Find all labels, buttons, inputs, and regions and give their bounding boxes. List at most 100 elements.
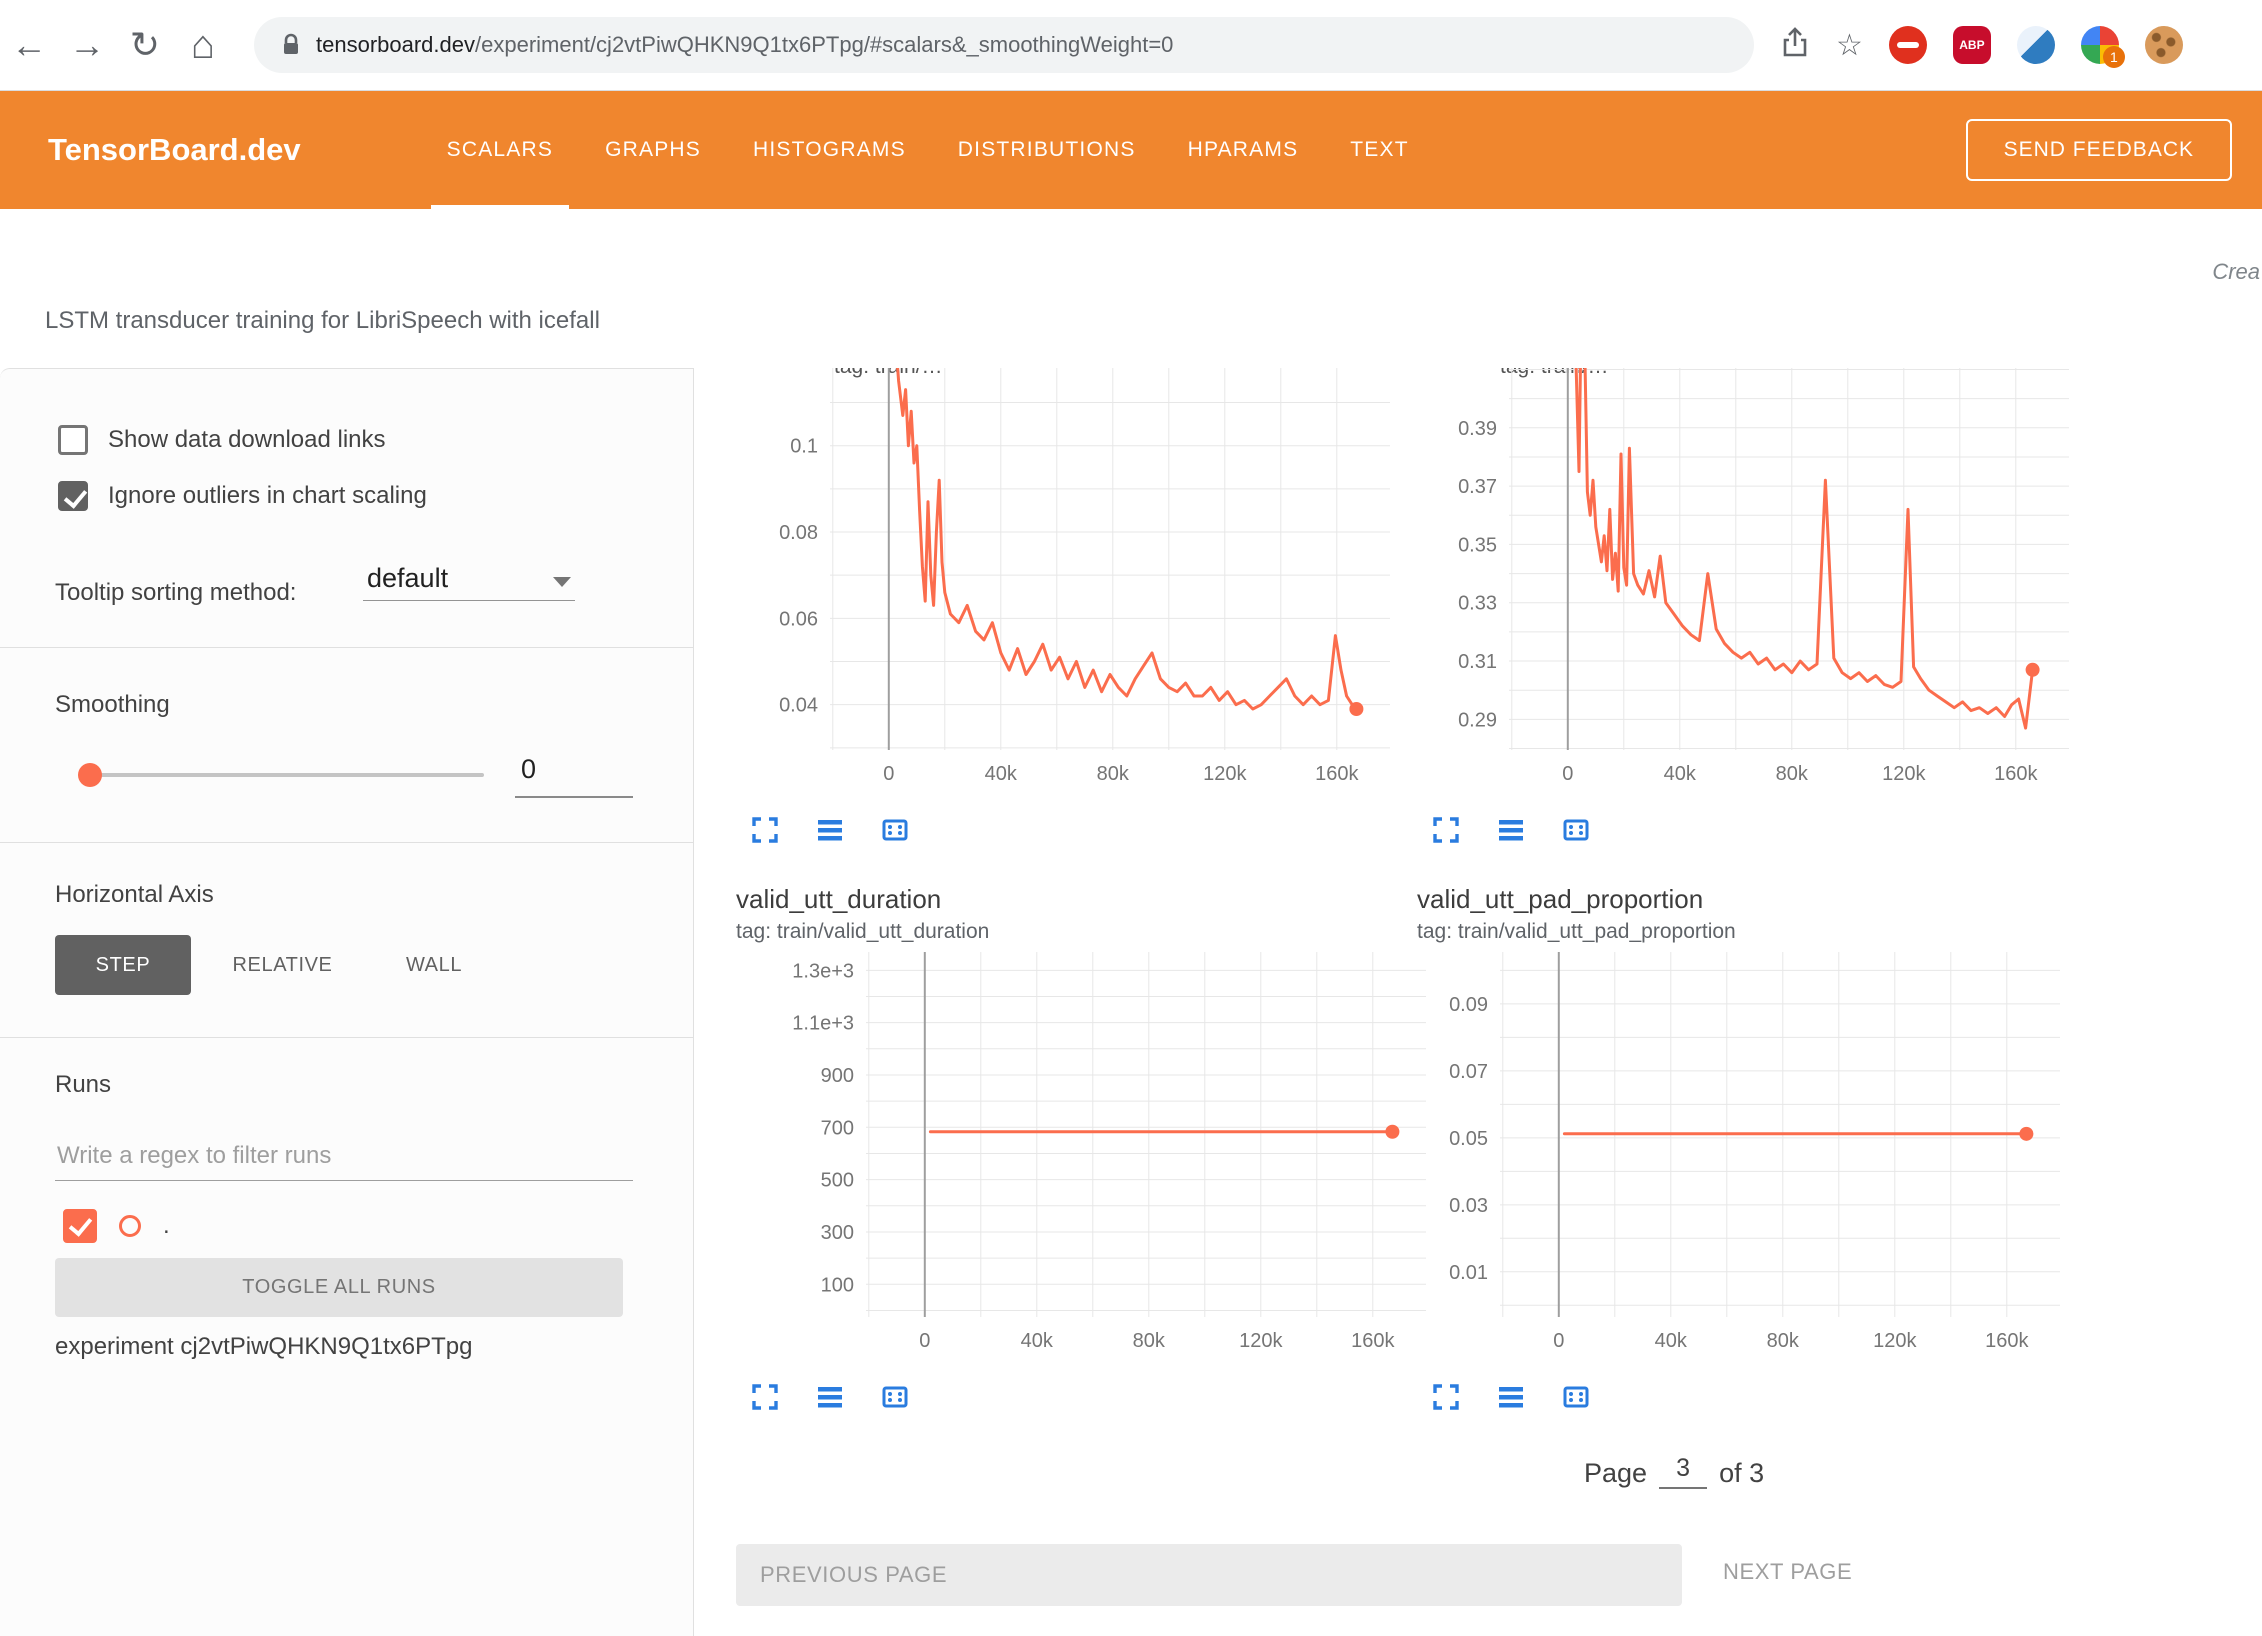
- chevron-down-icon: [553, 577, 571, 587]
- run-name: .: [163, 1212, 170, 1240]
- profile-avatar[interactable]: 1: [2081, 26, 2119, 64]
- axis-wall-button[interactable]: WALL: [378, 935, 490, 995]
- tooltip-sorting-dropdown[interactable]: default: [363, 561, 575, 601]
- fullscreen-icon[interactable]: [750, 1382, 780, 1412]
- chart-toolbar: [1431, 1382, 1591, 1412]
- ignore-outliers-label: Ignore outliers in chart scaling: [108, 482, 427, 510]
- smoothing-slider-thumb[interactable]: [78, 763, 102, 787]
- svg-text:0.03: 0.03: [1449, 1195, 1488, 1217]
- svg-text:80k: 80k: [1133, 1330, 1166, 1352]
- svg-text:0.1: 0.1: [790, 436, 818, 458]
- runs-label: Runs: [55, 1071, 111, 1099]
- top-nav: SCALARS GRAPHS HISTOGRAMS DISTRIBUTIONS …: [421, 91, 1435, 209]
- back-icon[interactable]: ←: [0, 24, 58, 66]
- smoothing-slider[interactable]: [80, 773, 484, 777]
- chart-plot-bottom-right[interactable]: 0.010.030.050.070.09040k80k120k160k: [1420, 952, 2080, 1367]
- page-number-input[interactable]: [1659, 1453, 1707, 1489]
- fit-domain-icon[interactable]: [880, 1382, 910, 1412]
- smoothing-label: Smoothing: [55, 691, 170, 719]
- home-icon[interactable]: ⌂: [174, 23, 232, 68]
- svg-text:1.3e+3: 1.3e+3: [792, 960, 854, 982]
- fit-domain-icon[interactable]: [1561, 815, 1591, 845]
- forward-icon[interactable]: →: [58, 24, 116, 66]
- chart-tag: tag: train/valid_utt_pad_proportion: [1417, 920, 1736, 944]
- tab-scalars[interactable]: SCALARS: [421, 91, 579, 209]
- svg-text:0.07: 0.07: [1449, 1061, 1488, 1083]
- tab-hparams[interactable]: HPARAMS: [1162, 91, 1325, 209]
- extension-blocker-icon[interactable]: [1889, 26, 1927, 64]
- svg-text:0.01: 0.01: [1449, 1262, 1488, 1284]
- pagination: Page of 3: [1584, 1453, 1764, 1489]
- svg-text:40k: 40k: [985, 763, 1018, 785]
- svg-text:80k: 80k: [1776, 763, 1809, 785]
- data-table-icon[interactable]: [1496, 815, 1526, 845]
- smoothing-value[interactable]: 0: [515, 754, 633, 798]
- tab-histograms[interactable]: HISTOGRAMS: [727, 91, 932, 209]
- svg-text:80k: 80k: [1097, 763, 1130, 785]
- share-icon[interactable]: [1780, 27, 1810, 64]
- runs-filter-input[interactable]: [55, 1131, 633, 1181]
- svg-text:0.37: 0.37: [1458, 476, 1497, 498]
- svg-text:160k: 160k: [1351, 1330, 1395, 1352]
- extension-blue-icon[interactable]: [2017, 26, 2055, 64]
- run-row: .: [63, 1209, 170, 1243]
- axis-relative-button[interactable]: RELATIVE: [205, 935, 360, 995]
- notification-badge: 1: [2103, 46, 2125, 68]
- svg-text:0.31: 0.31: [1458, 651, 1497, 673]
- chart-plot-top-left[interactable]: 0.040.060.080.1040k80k120k160k: [750, 368, 1410, 803]
- svg-text:40k: 40k: [1655, 1330, 1688, 1352]
- divider: [0, 1037, 693, 1038]
- url-text: tensorboard.dev/experiment/cj2vtPiwQHKN9…: [316, 32, 1173, 58]
- chart-plot-top-right[interactable]: 0.290.310.330.350.370.39040k80k120k160k: [1429, 368, 2089, 803]
- horizontal-axis-label: Horizontal Axis: [55, 881, 214, 909]
- send-feedback-button[interactable]: SEND FEEDBACK: [1966, 119, 2232, 181]
- data-table-icon[interactable]: [815, 1382, 845, 1412]
- svg-text:900: 900: [821, 1065, 854, 1087]
- svg-text:0: 0: [919, 1330, 930, 1352]
- next-page-button[interactable]: NEXT PAGE: [1717, 1558, 1858, 1586]
- url-bar[interactable]: tensorboard.dev/experiment/cj2vtPiwQHKN9…: [254, 17, 1754, 73]
- fullscreen-icon[interactable]: [750, 815, 780, 845]
- previous-page-button[interactable]: PREVIOUS PAGE: [736, 1544, 1682, 1606]
- fullscreen-icon[interactable]: [1431, 1382, 1461, 1412]
- svg-text:300: 300: [821, 1222, 854, 1244]
- ignore-outliers-checkbox[interactable]: [58, 481, 88, 511]
- chart-tag: tag: train/valid_utt_duration: [736, 920, 989, 944]
- svg-text:80k: 80k: [1767, 1330, 1800, 1352]
- run-checkbox[interactable]: [63, 1209, 97, 1243]
- fullscreen-icon[interactable]: [1431, 815, 1461, 845]
- extension-abp-icon[interactable]: ABP: [1953, 26, 1991, 64]
- chart-toolbar: [750, 815, 910, 845]
- charts-panel: tag: train/… tag: train/… 0.040.060.080.…: [694, 368, 2262, 1636]
- svg-text:120k: 120k: [1239, 1330, 1283, 1352]
- chart-toolbar: [1431, 815, 1591, 845]
- run-color-circle-icon[interactable]: [119, 1215, 141, 1237]
- page-total-label: of 3: [1719, 1458, 1764, 1489]
- clipped-right-text: Crea: [2212, 259, 2260, 285]
- screen: ← → ↻ ⌂ tensorboard.dev/experiment/cj2vt…: [0, 0, 2262, 1636]
- toggle-all-runs-button[interactable]: TOGGLE ALL RUNS: [55, 1258, 623, 1317]
- fit-domain-icon[interactable]: [880, 815, 910, 845]
- show-download-links-checkbox[interactable]: [58, 425, 88, 455]
- settings-sidebar: Show data download links Ignore outliers…: [0, 368, 694, 1636]
- fit-domain-icon[interactable]: [1561, 1382, 1591, 1412]
- svg-text:0.04: 0.04: [779, 695, 818, 717]
- data-table-icon[interactable]: [1496, 1382, 1526, 1412]
- data-table-icon[interactable]: [815, 815, 845, 845]
- tab-text[interactable]: TEXT: [1324, 91, 1434, 209]
- svg-text:500: 500: [821, 1170, 854, 1192]
- svg-text:0: 0: [1562, 763, 1573, 785]
- tab-graphs[interactable]: GRAPHS: [579, 91, 727, 209]
- tooltip-sorting-value: default: [367, 563, 448, 593]
- svg-text:120k: 120k: [1882, 763, 1926, 785]
- experiment-id-label: experiment cj2vtPiwQHKN9Q1tx6PTpg: [55, 1333, 473, 1361]
- tab-distributions[interactable]: DISTRIBUTIONS: [932, 91, 1162, 209]
- reload-icon[interactable]: ↻: [116, 24, 174, 66]
- chart-plot-bottom-left[interactable]: 1003005007009001.1e+31.3e+3040k80k120k16…: [786, 952, 1446, 1367]
- svg-text:0.33: 0.33: [1458, 593, 1497, 615]
- bookmark-star-icon[interactable]: ☆: [1836, 28, 1863, 63]
- cookie-icon[interactable]: [2145, 26, 2183, 64]
- axis-step-button[interactable]: STEP: [55, 935, 191, 995]
- svg-text:0: 0: [883, 763, 894, 785]
- subheader: Crea LSTM transducer training for LibriS…: [0, 209, 2262, 368]
